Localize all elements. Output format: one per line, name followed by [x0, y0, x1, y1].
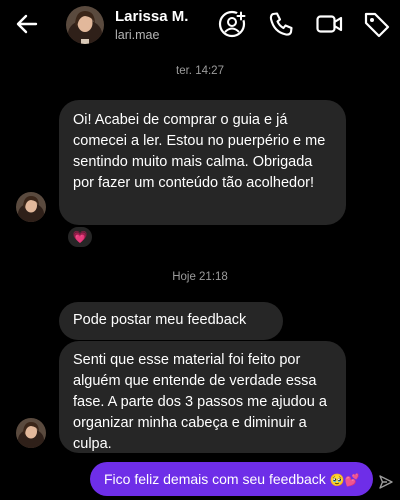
phone-call-icon[interactable] — [266, 9, 296, 39]
timestamp-divider: ter. 14:27 — [176, 65, 224, 77]
sender-avatar[interactable] — [16, 418, 46, 448]
chat-header: Larissa M. lari.mae — [0, 0, 400, 50]
sent-message-emoji: 🥹💕 — [329, 473, 360, 487]
sent-message[interactable]: Fico feliz demais com seu feedback 🥹💕 — [90, 462, 373, 496]
tag-icon[interactable] — [362, 9, 392, 39]
received-message[interactable]: Oi! Acabei de comprar o guia e já comece… — [59, 100, 346, 225]
message-reaction[interactable]: 💗 — [66, 225, 94, 249]
contact-avatar[interactable] — [66, 6, 104, 44]
contact-username: lari.mae — [115, 28, 160, 42]
send-icon[interactable] — [378, 474, 394, 490]
received-message[interactable]: Pode postar meu feedback — [59, 302, 283, 340]
message-text: Pode postar meu feedback — [73, 312, 247, 328]
message-text: Oi! Acabei de comprar o guia e já comece… — [73, 112, 326, 191]
sent-message-text: Fico feliz demais com seu feedback — [104, 471, 326, 487]
sender-avatar[interactable] — [16, 192, 46, 222]
timestamp-divider: Hoje 21:18 — [172, 271, 228, 283]
back-arrow-icon[interactable] — [12, 9, 42, 39]
contact-name[interactable]: Larissa M. — [115, 8, 188, 25]
add-people-icon[interactable] — [217, 9, 247, 39]
video-call-icon[interactable] — [314, 9, 344, 39]
received-message[interactable]: Senti que esse material foi feito por al… — [59, 341, 346, 453]
message-text: Senti que esse material foi feito por al… — [73, 352, 327, 452]
